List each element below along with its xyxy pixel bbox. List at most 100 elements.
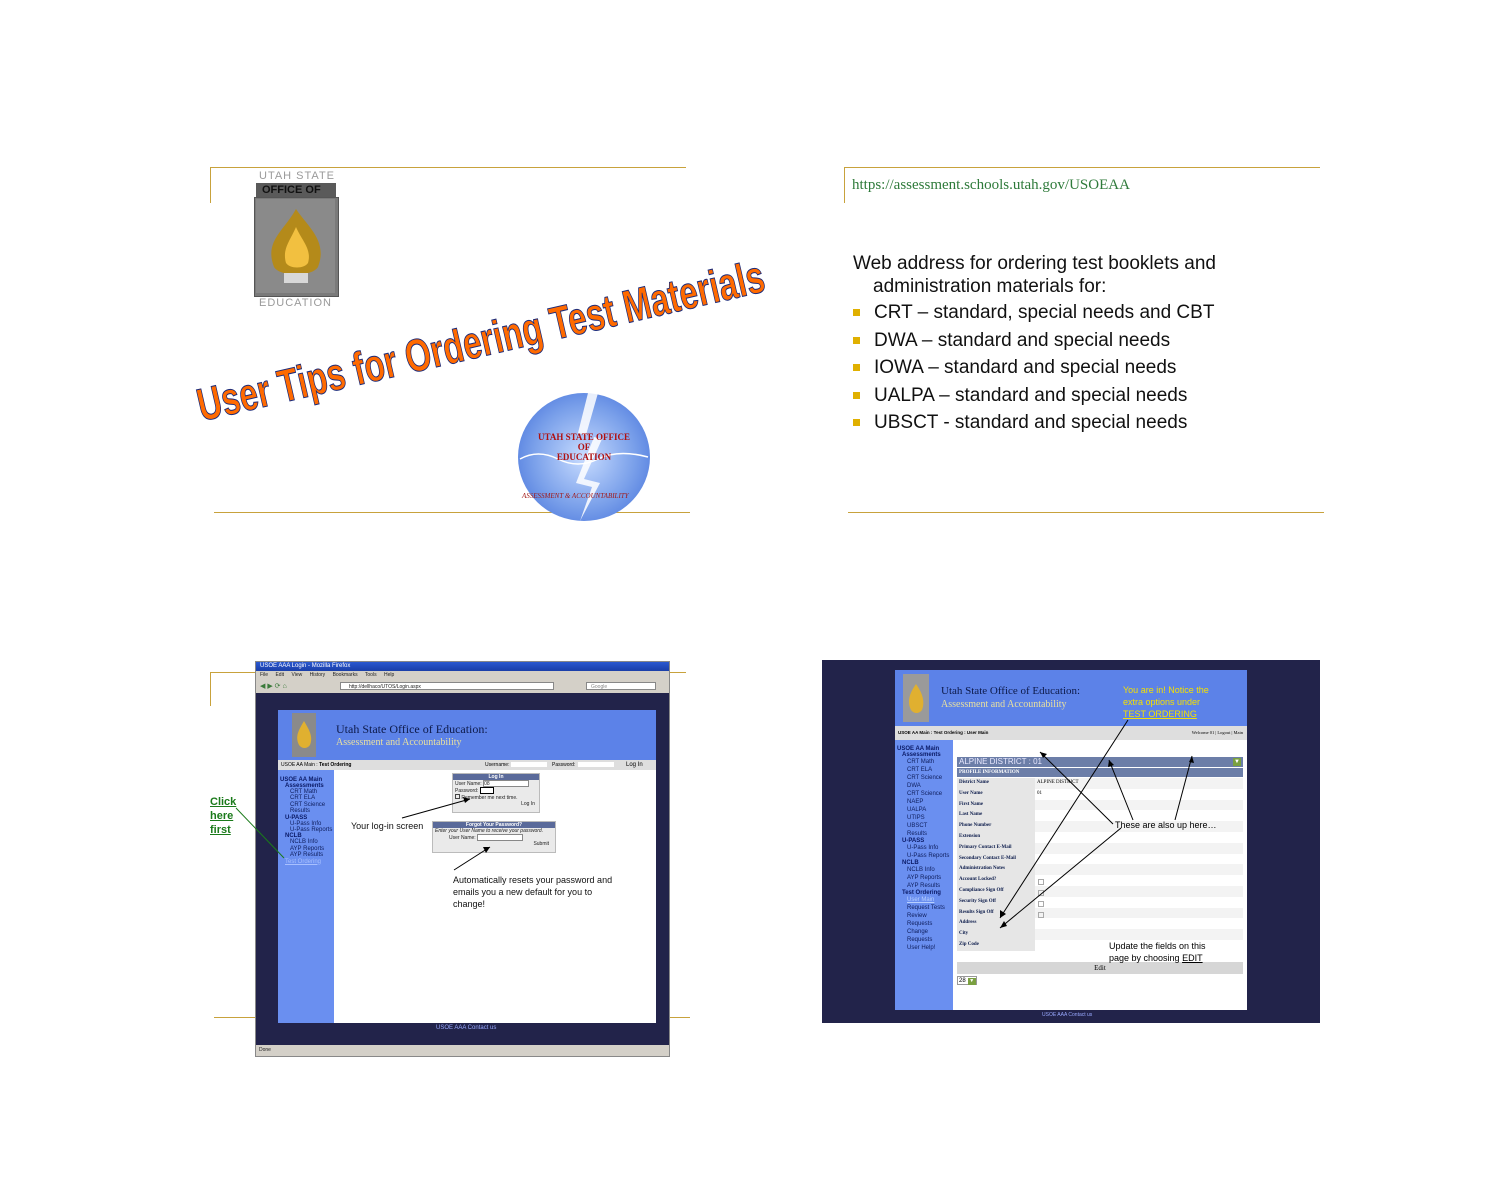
table-row: Secondary Contact E-Mail (957, 853, 1243, 865)
login-user-input[interactable]: 08 (483, 780, 530, 787)
logo-text-mid: OFFICE OF (262, 184, 321, 196)
sidebar-item-review-requests[interactable]: Review Requests (897, 912, 953, 928)
chevron-down-icon[interactable]: ▼ (967, 978, 976, 985)
sidebar-item[interactable]: UBSCT (897, 822, 953, 830)
sidebar-item[interactable]: UALPA (897, 806, 953, 814)
district-select[interactable]: ALPINE DISTRICT : 01 (957, 757, 1243, 767)
intro-text: Web address for ordering test booklets a… (853, 252, 1216, 298)
sidebar-item-change-requests[interactable]: Change Requests (897, 928, 953, 944)
chevron-down-icon[interactable]: ▼ (1233, 758, 1241, 766)
forgot-user-input[interactable] (477, 834, 524, 841)
sidebar-item[interactable]: U-Pass Reports (897, 852, 953, 860)
main-content: PROFILE ADD TESTS REVIEW ORDERS CHANGE R… (953, 740, 1247, 1010)
table-row: User Name 01 (957, 788, 1243, 800)
logo-text-bottom: EDUCATION (259, 297, 332, 309)
search-box[interactable]: Google (586, 682, 656, 690)
menu-bar[interactable]: File Edit View History Bookmarks Tools H… (260, 672, 394, 678)
page-select[interactable]: 28 ▼ (957, 976, 977, 985)
forgot-submit-button[interactable]: Submit (433, 841, 555, 847)
breadcrumb-bar: USOE AA Main : Test Ordering Username: P… (278, 760, 656, 770)
login-submit-button[interactable]: Log In (453, 801, 539, 807)
table-row: Results Sign Off (957, 907, 1243, 919)
table-row: Extension (957, 831, 1243, 843)
forgot-password-box: Forgot Your Password? Enter your User Na… (432, 821, 556, 853)
compliance-checkbox[interactable] (1038, 889, 1044, 896)
caption-login-screen: Your log-in screen (351, 821, 424, 831)
bullet-item: IOWA – standard and special needs (853, 357, 1214, 385)
site-screenshot: Utah State Office of Education: Assessme… (822, 660, 1320, 1023)
click-here-label: Click here first (210, 796, 237, 836)
sidebar-item[interactable]: CRT ELA (897, 766, 953, 774)
sidebar-item[interactable]: Results (897, 830, 953, 838)
table-row: Primary Contact E-Mail (957, 842, 1243, 854)
site-subtitle: Assessment and Accountability (941, 699, 1067, 710)
url-heading[interactable]: https://assessment.schools.utah.gov/USOE… (852, 177, 1130, 194)
remember-checkbox[interactable] (455, 794, 460, 799)
breadcrumb[interactable]: USOE AA Main : Test Ordering (281, 760, 352, 770)
intro-line-2: administration materials for: (873, 276, 1107, 297)
flame-icon (256, 199, 335, 293)
account-locked-checkbox[interactable] (1038, 879, 1044, 886)
login-password-input[interactable] (479, 787, 494, 794)
sidebar: USOE AA Main Assessments CRT Math CRT EL… (895, 740, 953, 1010)
site-subtitle: Assessment and Accountability (336, 737, 462, 748)
profile-table: District Name ALPINE DISTRICT User Name 01… (957, 778, 1243, 951)
profile-header: PROFILE INFORMATION (957, 768, 1243, 777)
sidebar-item[interactable]: CRT Science (897, 774, 953, 782)
table-row: Administration Notes (957, 864, 1243, 876)
sidebar-item[interactable]: DWA (897, 782, 953, 790)
site-title: Utah State Office of Education: (336, 722, 488, 736)
table-row: Account Locked? (957, 875, 1243, 886)
welcome-links[interactable]: Welcome 01 | Logout | Main (1192, 726, 1243, 740)
login-box: Log In User Name: 08 Password: Remember … (452, 773, 540, 813)
sidebar-item[interactable]: UTIPS (897, 814, 953, 822)
table-row: Security Sign Off (957, 896, 1243, 908)
footer-links[interactable]: USOE AAA Contact us (1042, 1012, 1092, 1018)
sidebar-item-request-tests[interactable]: Request Tests (897, 904, 953, 912)
table-row: City (957, 929, 1243, 940)
password-label: Password: (552, 762, 576, 768)
sidebar-item[interactable]: AYP Reports (897, 874, 953, 882)
password-input[interactable] (578, 762, 614, 767)
intro-line-1: Web address for ordering test booklets a… (853, 253, 1216, 274)
usoe-logo-small-icon (292, 713, 316, 757)
sidebar-item-test-ordering[interactable]: Test Ordering (280, 859, 332, 865)
breadcrumb[interactable]: USOE AA Main : Test Ordering : User Main (898, 726, 988, 740)
sidebar-item[interactable]: CRT Science (897, 790, 953, 798)
sidebar-item-user-help[interactable]: User Help! (897, 944, 953, 952)
username-input[interactable] (511, 762, 547, 767)
header-login-button[interactable]: Log In (626, 760, 643, 770)
bullet-item: UALPA – standard and special needs (853, 385, 1214, 413)
seal-line-1: UTAH STATE OFFICE (537, 432, 630, 442)
sidebar-item[interactable]: AYP Results (897, 882, 953, 890)
security-checkbox[interactable] (1038, 900, 1044, 907)
sidebar-item[interactable]: U-Pass Info (897, 844, 953, 852)
table-row: First Name (957, 799, 1243, 811)
nav-buttons-icon[interactable]: ◀ ▶ ⟳ ⌂ (260, 682, 287, 690)
sidebar-item[interactable]: NCLB Info (897, 866, 953, 874)
sidebar: USOE AA Main Assessments CRT Math CRT EL… (278, 770, 334, 1023)
sidebar-item[interactable]: NAEP (897, 798, 953, 806)
annotation-update-fields: Update the fields on this page by choosi… (1109, 941, 1206, 963)
annotation-also-up-here: These are also up here… (1115, 820, 1217, 830)
usoe-logo-small-icon (903, 674, 929, 722)
bullet-item: UBSCT - standard and special needs (853, 412, 1214, 440)
page-viewport: Utah State Office of Education: Assessme… (256, 693, 669, 1045)
table-row: Address (957, 918, 1243, 930)
sidebar-item-user-main[interactable]: User Main (897, 896, 953, 904)
bullet-item: CRT – standard, special needs and CBT (853, 302, 1214, 330)
table-row: District Name ALPINE DISTRICT (957, 778, 1243, 789)
username-label: Username: (485, 762, 510, 768)
footer-links[interactable]: USOE AAA Contact us (436, 1025, 496, 1031)
breadcrumb-bar: USOE AA Main : Test Ordering : User Main… (895, 726, 1247, 740)
caption-reset: Automatically resets your password and e… (453, 875, 613, 909)
results-checkbox[interactable] (1038, 911, 1044, 918)
window-title-bar: USOE AAA Login - Mozilla Firefox (256, 662, 669, 671)
site-header: Utah State Office of Education: Assessme… (895, 670, 1247, 726)
bullet-item: DWA – standard and special needs (853, 330, 1214, 358)
seal-line-2: OF (577, 442, 591, 452)
status-bar-text: Done (259, 1047, 271, 1053)
address-bar[interactable]: http://dellhaco/UTOS/Login.aspx (340, 682, 554, 690)
sidebar-item[interactable]: CRT Math (897, 758, 953, 766)
seal-line-3: EDUCATION (556, 452, 612, 462)
